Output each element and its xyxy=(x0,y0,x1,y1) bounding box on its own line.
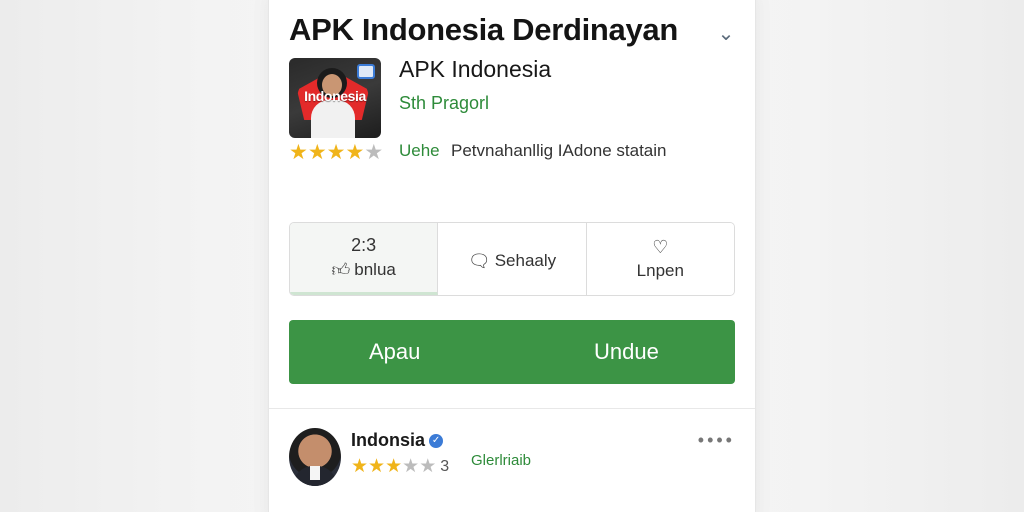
app-rating: ★ ★ ★ ★ ★ xyxy=(289,142,383,164)
stat-likes-label: bnlua xyxy=(354,259,396,279)
heart-icon: ♡ xyxy=(652,237,669,257)
cta-left-label: Apau xyxy=(369,339,421,364)
stat-likes-count: 2:3 xyxy=(351,234,377,255)
star-icon: ★ xyxy=(402,456,420,477)
star-icon: ★ xyxy=(385,456,403,477)
review-count: 3 xyxy=(440,458,450,475)
stat-comments[interactable]: 🗨︎ Sehaaly xyxy=(438,223,587,295)
star-icon: ★ xyxy=(345,141,365,164)
category-tag[interactable]: Uehe xyxy=(399,141,440,161)
star-icon: ★ xyxy=(307,141,327,164)
star-icon: ★ xyxy=(364,141,384,164)
thumbs-up-icon: 👍︎ xyxy=(331,259,351,280)
app-icon-label: Indonesia xyxy=(304,88,366,104)
review-rating: ★ ★ ★ ★ ★ 3 xyxy=(351,456,449,478)
speech-bubble-icon: 🗨︎ xyxy=(467,250,491,271)
page-title: APK Indonesia Derdinayan xyxy=(289,12,679,47)
star-icon: ★ xyxy=(326,141,346,164)
app-name: APK Indonesia xyxy=(399,56,552,82)
section-divider xyxy=(269,408,755,409)
app-icon: Indonesia xyxy=(289,58,381,138)
cta-right-label: Undue xyxy=(594,339,659,364)
download-button[interactable]: Apau Undue xyxy=(289,320,735,384)
verified-badge-icon: ✓ xyxy=(429,433,444,448)
app-icon-person-body xyxy=(311,100,355,138)
stats-bar: 2:3 👍︎ bnlua 🗨︎ Sehaaly ♡ Lnpen xyxy=(289,222,735,296)
chevron-down-icon[interactable]: ⌄ xyxy=(715,22,737,45)
stat-comments-label: Sehaaly xyxy=(494,251,557,270)
app-description: Petvnahanllig IAdone statain xyxy=(451,141,667,160)
rating-stars: ★ ★ ★ ★ ★ xyxy=(289,142,383,164)
stat-favorite[interactable]: ♡ Lnpen xyxy=(586,223,734,295)
avatar[interactable] xyxy=(289,428,341,486)
star-icon: ★ xyxy=(289,141,308,164)
reviewer-name-text: Indonsia xyxy=(351,430,426,450)
developer-link[interactable]: Sth Pragorl xyxy=(399,93,489,114)
star-icon: ★ xyxy=(368,456,386,477)
star-icon: ★ xyxy=(351,456,369,477)
avatar-collar xyxy=(310,466,320,480)
app-icon-badge xyxy=(357,64,375,79)
star-icon: ★ xyxy=(419,456,437,477)
app-detail-card: APK Indonesia Derdinayan ⌄ Indonesia APK… xyxy=(268,0,756,512)
stat-favorite-label: Lnpen xyxy=(636,261,684,280)
more-dots-icon[interactable]: •••• xyxy=(698,430,735,451)
stat-likes[interactable]: 2:3 👍︎ bnlua xyxy=(290,223,439,295)
review-item: Indonsia ✓ ★ ★ ★ ★ ★ 3 Glerlriaib •••• xyxy=(289,428,735,498)
review-tag[interactable]: Glerlriaib xyxy=(471,452,531,469)
review-stars: ★ ★ ★ ★ ★ xyxy=(351,456,436,478)
reviewer-name[interactable]: Indonsia ✓ xyxy=(351,430,444,451)
